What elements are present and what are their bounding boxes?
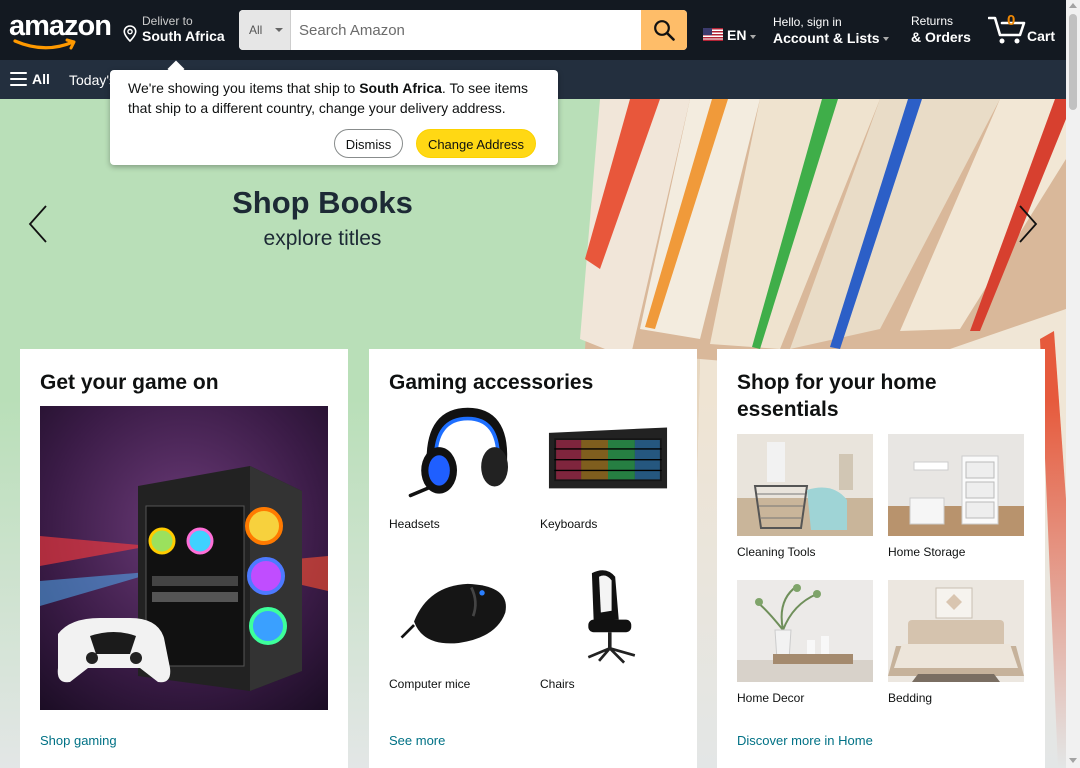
card-gaming-accessories: Gaming accessories Headsets Keyboards Co… — [369, 349, 697, 768]
deliver-country: South Africa — [142, 28, 225, 44]
smile-arrow-icon — [13, 38, 76, 50]
home-decor-image — [737, 580, 873, 682]
cart-button[interactable]: 0 Cart — [988, 12, 1058, 50]
scroll-up-icon[interactable] — [1069, 3, 1077, 8]
hamburger-icon — [10, 72, 27, 90]
card-title: Shop for your home essentials — [737, 371, 937, 421]
tile-cleaning-tools[interactable]: Cleaning Tools — [737, 434, 873, 559]
home-storage-image — [888, 434, 1024, 536]
scroll-down-icon[interactable] — [1069, 758, 1077, 763]
account-lists-label: Account & Lists — [773, 30, 880, 46]
chevron-down-icon — [750, 35, 756, 39]
deliver-label: Deliver to — [142, 14, 193, 28]
search-input[interactable] — [291, 10, 639, 50]
hero-subtitle: explore titles — [263, 227, 382, 250]
tile-computer-mice[interactable]: Computer mice — [389, 566, 525, 691]
orders-label: & Orders — [911, 29, 971, 45]
discover-home-link[interactable]: Discover more in Home — [737, 733, 873, 748]
tile-label: Headsets — [389, 517, 440, 531]
delivery-address-popover: We're showing you items that ship to Sou… — [110, 70, 558, 165]
amazon-logo[interactable]: amazon — [9, 10, 112, 52]
todays-deals-link[interactable]: Today's — [69, 72, 116, 88]
top-nav: amazon Deliver to South Africa All Searc… — [0, 0, 1066, 60]
card-title: Gaming accessories — [389, 371, 594, 394]
tile-label: Home Decor — [737, 691, 805, 705]
search-bar: All — [239, 10, 687, 50]
dismiss-button[interactable]: Dismiss — [334, 129, 403, 158]
returns-label: Returns — [911, 14, 954, 28]
search-button[interactable] — [641, 10, 687, 50]
tile-chairs[interactable]: Chairs — [540, 566, 676, 691]
search-icon — [654, 20, 675, 41]
card-home-essentials: Shop for your home essentials Cleaning T… — [717, 349, 1045, 768]
location-pin-icon — [123, 25, 137, 42]
chevron-left-icon[interactable] — [26, 204, 50, 244]
cleaning-tools-image — [737, 434, 873, 536]
account-greeting: Hello, sign in — [773, 15, 842, 29]
tile-bedding[interactable]: Bedding — [888, 580, 1024, 705]
mouse-image — [396, 566, 518, 668]
tile-label: Cleaning Tools — [737, 545, 816, 559]
scrollbar-thumb[interactable] — [1069, 14, 1077, 110]
gaming-chair-image — [547, 566, 669, 668]
tile-home-storage[interactable]: Home Storage — [888, 434, 1024, 559]
card-gaming: Get your game on Shop gaming — [20, 349, 348, 768]
department-label: All — [249, 23, 263, 37]
popover-country: South Africa — [359, 80, 442, 96]
popover-text: We're showing you items that ship to — [128, 80, 360, 96]
keyboard-image — [547, 406, 669, 508]
hero-title: Shop Books — [232, 185, 413, 220]
all-label: All — [32, 71, 50, 87]
language-code: EN — [727, 27, 747, 43]
bedding-image — [888, 580, 1024, 682]
cart-label: Cart — [1027, 28, 1056, 44]
headset-image — [396, 406, 518, 508]
tile-keyboards[interactable]: Keyboards — [540, 406, 676, 531]
tile-headsets[interactable]: Headsets — [389, 406, 525, 531]
returns-orders-link[interactable]: Returns & Orders — [911, 14, 971, 45]
see-more-link[interactable]: See more — [389, 733, 445, 748]
chevron-right-icon[interactable] — [1016, 204, 1040, 244]
chevron-down-icon — [275, 28, 283, 32]
tile-label: Chairs — [540, 677, 575, 691]
us-flag-icon — [703, 28, 723, 41]
search-department-select[interactable]: All — [239, 10, 291, 50]
change-address-button[interactable]: Change Address — [416, 129, 536, 158]
card-title: Get your game on — [40, 371, 219, 394]
tile-label: Computer mice — [389, 677, 471, 691]
tile-label: Bedding — [888, 691, 933, 705]
tile-label: Home Storage — [888, 545, 966, 559]
tile-home-decor[interactable]: Home Decor — [737, 580, 873, 705]
popover-message: We're showing you items that ship to Sou… — [128, 78, 548, 118]
chevron-down-icon — [882, 37, 889, 42]
cart-count: 0 — [1007, 12, 1016, 29]
account-menu[interactable]: Hello, sign in Account & Lists — [773, 15, 889, 46]
gaming-pc-image[interactable] — [40, 406, 328, 710]
tile-label: Keyboards — [540, 517, 598, 531]
page-scrollbar[interactable] — [1066, 0, 1080, 768]
shop-gaming-link[interactable]: Shop gaming — [40, 733, 117, 748]
